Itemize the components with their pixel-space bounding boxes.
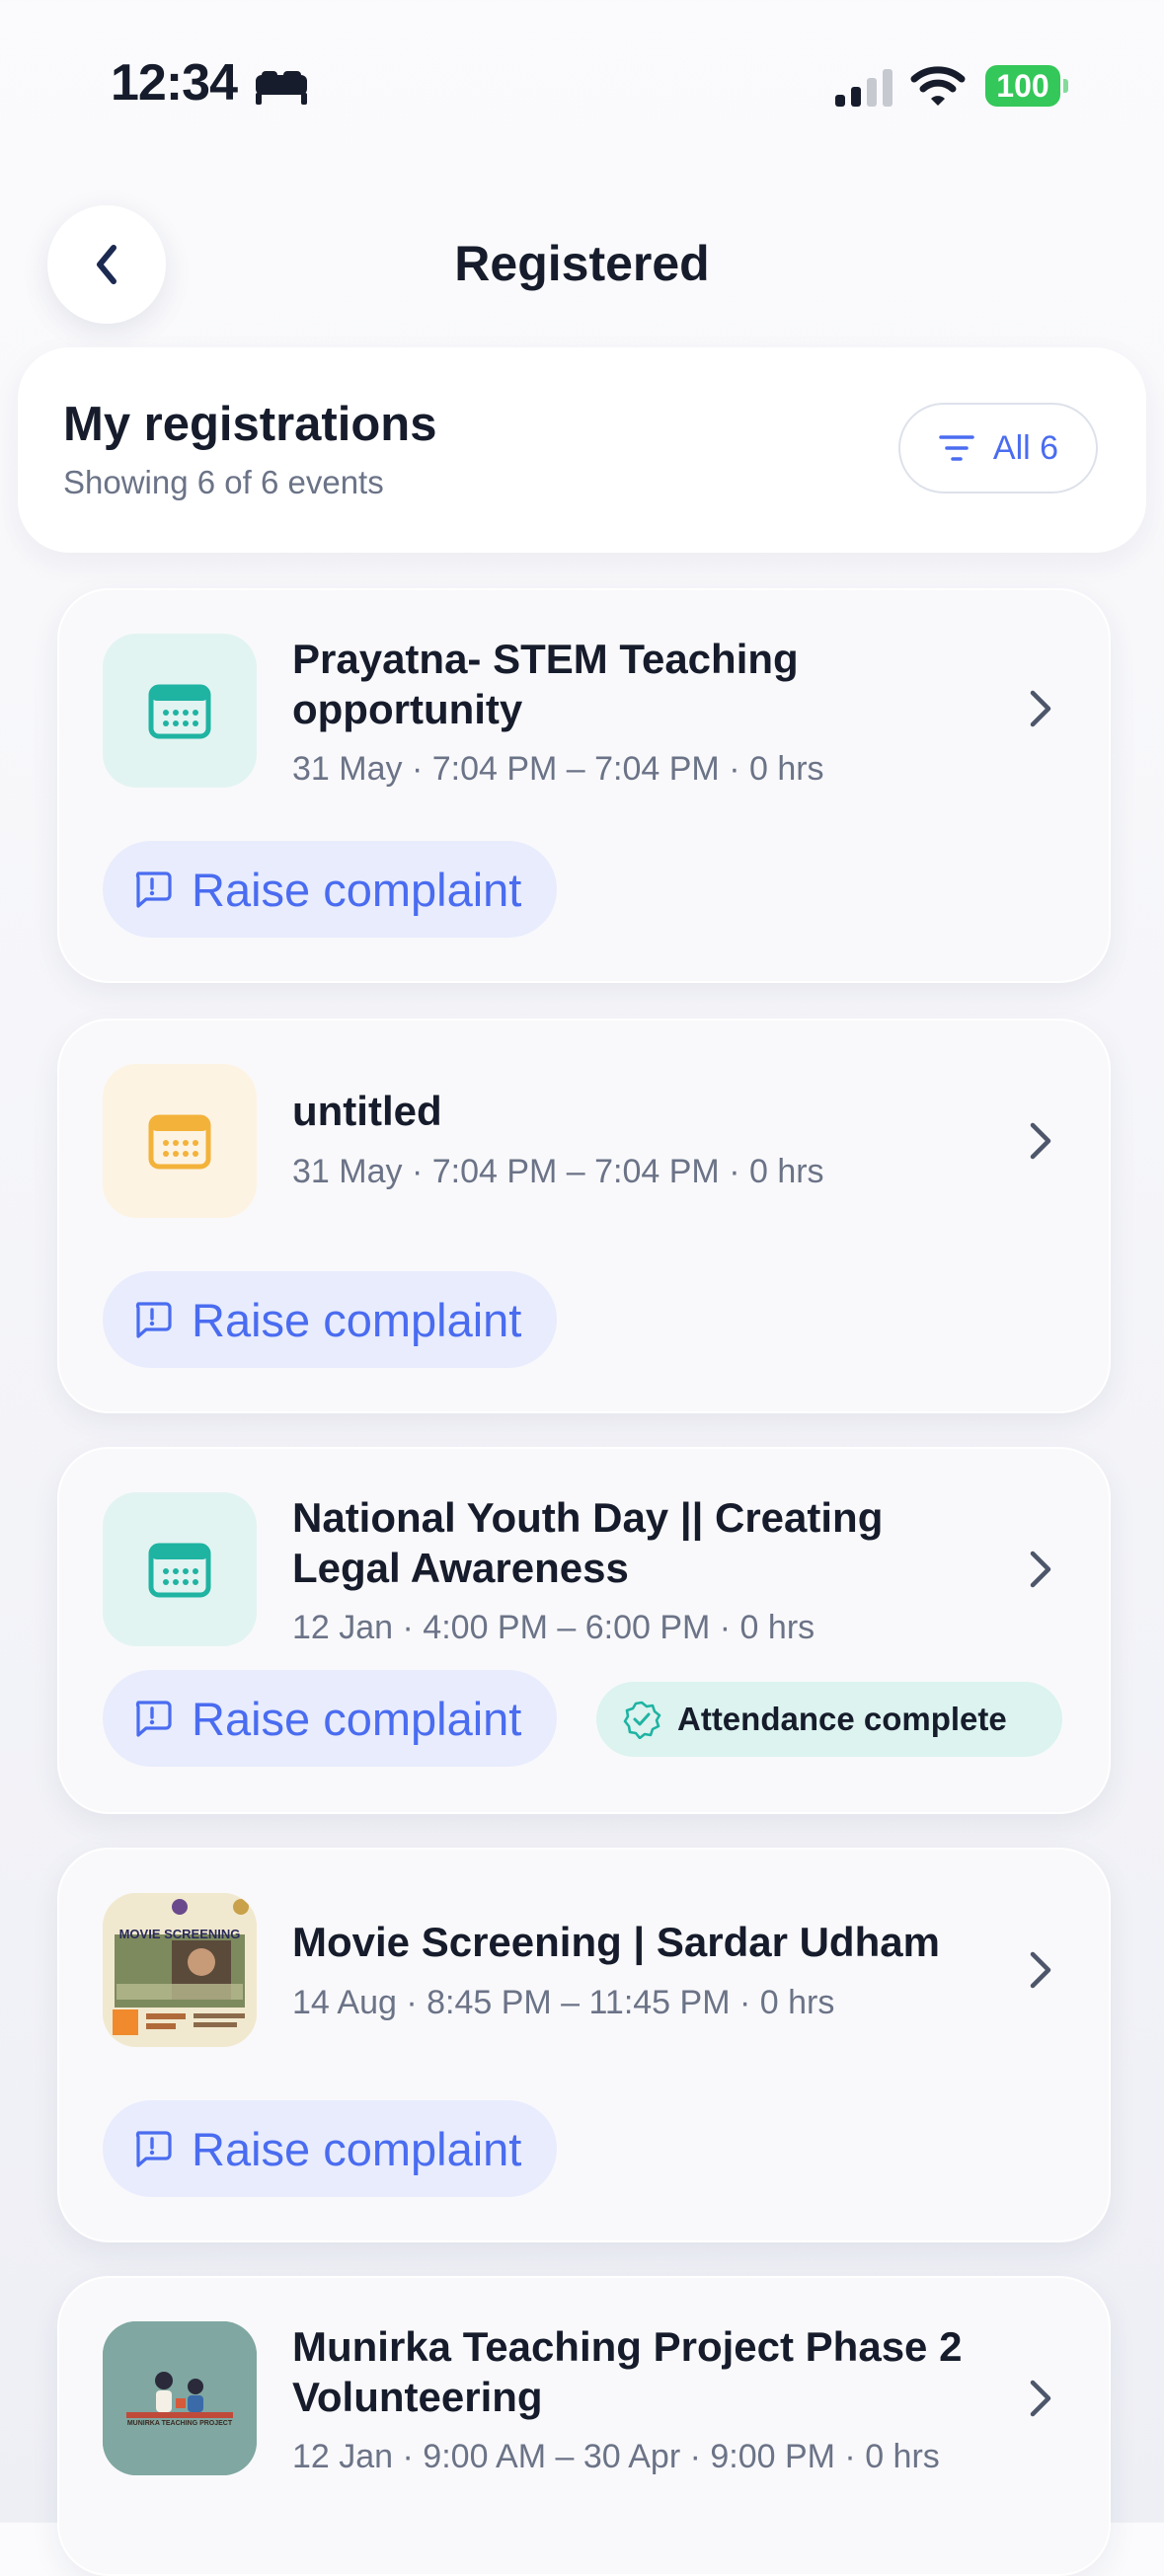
complaint-bubble-icon: [135, 2131, 172, 2167]
complaint-bubble-icon: [135, 871, 172, 908]
event-thumbnail: [103, 1064, 257, 1218]
event-title: Movie Screening | Sardar Udham: [292, 1919, 940, 1965]
verified-badge-icon: [623, 1701, 661, 1739]
status-bar: 12:34 100: [0, 0, 1164, 168]
attendance-complete-badge: Attendance complete: [596, 1682, 1062, 1757]
battery-indicator: 100: [985, 65, 1068, 107]
event-thumbnail: [103, 1492, 257, 1646]
battery-level: 100: [985, 65, 1060, 107]
page-title: Registered: [454, 236, 710, 291]
chevron-right-icon[interactable]: [1023, 687, 1058, 730]
event-title: Prayatna- STEM Teaching opportunity: [292, 636, 799, 732]
summary-subtitle: Showing 6 of 6 events: [63, 464, 384, 500]
event-meta: 31 May · 7:04 PM – 7:04 PM · 0 hrs: [292, 1153, 824, 1190]
filter-label: All 6: [992, 428, 1059, 467]
battery-nub: [1063, 79, 1068, 93]
event-title: Munirka Teaching Project Phase 2 Volunte…: [292, 2323, 963, 2420]
raise-complaint-button[interactable]: Raise complaint: [103, 1670, 557, 1767]
calendar-icon: [148, 684, 211, 739]
event-card[interactable]: untitled 31 May · 7:04 PM – 7:04 PM · 0 …: [57, 1019, 1111, 1413]
image-text: MUNIRKA TEACHING PROJECT: [126, 2420, 233, 2427]
filter-button[interactable]: All 6: [898, 403, 1098, 493]
movie-poster-image: MOVIE SCREENING: [103, 1893, 257, 2047]
status-time: 12:34: [111, 54, 238, 112]
summary-heading: My registrations: [63, 398, 437, 451]
event-card[interactable]: MOVIE SCREENING Movie Screening | Sardar…: [57, 1848, 1111, 2242]
event-meta: 12 Jan · 4:00 PM – 6:00 PM · 0 hrs: [292, 1609, 815, 1646]
event-meta: 14 Aug · 8:45 PM – 11:45 PM · 0 hrs: [292, 1984, 835, 2021]
event-card[interactable]: MUNIRKA TEACHING PROJECT Munirka Teachin…: [57, 2276, 1111, 2576]
filter-lines-icon: [939, 435, 974, 461]
cellular-signal-icon: [835, 69, 892, 107]
raise-complaint-button[interactable]: Raise complaint: [103, 2100, 557, 2197]
event-meta: 31 May · 7:04 PM – 7:04 PM · 0 hrs: [292, 750, 824, 788]
wifi-icon: [910, 66, 966, 106]
event-card[interactable]: Prayatna- STEM Teaching opportunity 31 M…: [57, 588, 1111, 983]
calendar-icon: [148, 1543, 211, 1598]
poster-text: MOVIE SCREENING: [118, 1927, 241, 1941]
raise-complaint-label: Raise complaint: [192, 2122, 522, 2175]
raise-complaint-label: Raise complaint: [192, 863, 522, 916]
bed-icon: [256, 71, 307, 105]
registrations-summary-card: My registrations Showing 6 of 6 events A…: [18, 347, 1146, 553]
calendar-icon: [148, 1114, 211, 1170]
raise-complaint-button[interactable]: Raise complaint: [103, 1271, 557, 1368]
event-title: untitled: [292, 1088, 442, 1134]
teaching-project-image: MUNIRKA TEACHING PROJECT: [103, 2321, 257, 2475]
event-meta: 12 Jan · 9:00 AM – 30 Apr · 9:00 PM · 0 …: [292, 2438, 940, 2475]
chevron-right-icon[interactable]: [1023, 1548, 1058, 1591]
raise-complaint-button[interactable]: Raise complaint: [103, 841, 557, 938]
event-thumbnail: [103, 634, 257, 788]
chevron-right-icon[interactable]: [1023, 1948, 1058, 1992]
event-card[interactable]: National Youth Day || Creating Legal Awa…: [57, 1447, 1111, 1814]
complaint-bubble-icon: [135, 1701, 172, 1737]
raise-complaint-label: Raise complaint: [192, 1293, 522, 1346]
movie-poster-graphic: [103, 1893, 257, 2047]
chevron-right-icon[interactable]: [1023, 2377, 1058, 2420]
attendance-complete-label: Attendance complete: [677, 1701, 1007, 1737]
chevron-right-icon[interactable]: [1023, 1119, 1058, 1163]
event-title: National Youth Day || Creating Legal Awa…: [292, 1494, 884, 1591]
teaching-project-graphic: [103, 2321, 257, 2475]
complaint-bubble-icon: [135, 1302, 172, 1338]
raise-complaint-label: Raise complaint: [192, 1692, 522, 1745]
